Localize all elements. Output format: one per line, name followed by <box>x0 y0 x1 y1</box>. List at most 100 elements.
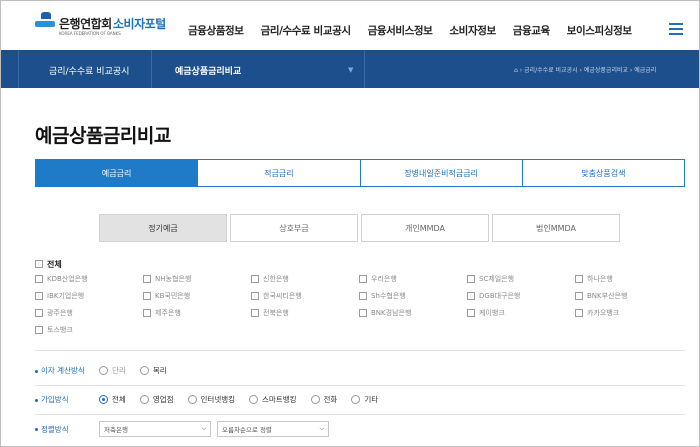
select-all-label: 전체 <box>47 259 62 269</box>
bank-checkbox[interactable]: DGB대구은행 <box>467 291 520 301</box>
bank-checkbox[interactable]: 전북은행 <box>251 308 289 318</box>
radio-join-internet[interactable]: 인터넷뱅킹 <box>187 394 235 405</box>
checkbox-icon[interactable] <box>35 309 43 317</box>
bank-checkbox[interactable]: KDB산업은행 <box>35 274 88 284</box>
tab-soldier-savings[interactable]: 장병내일준비적금금리 <box>360 159 523 187</box>
nav-item-voice-phishing[interactable]: 보이스피싱정보 <box>567 23 632 38</box>
current-page-label: 예금상품금리비교 <box>175 67 242 77</box>
bank-checkbox[interactable]: 한국씨티은행 <box>251 291 302 301</box>
checkbox-icon[interactable] <box>143 275 151 283</box>
divider <box>35 414 685 415</box>
bank-checkbox[interactable]: 신한은행 <box>251 274 289 284</box>
bank-label: 하나은행 <box>587 275 613 283</box>
checkbox-icon[interactable] <box>467 309 475 317</box>
checkbox-icon[interactable] <box>251 275 259 283</box>
main-nav: 금융상품정보 금리/수수료 비교공시 금융서비스정보 소비자정보 금융교육 보이… <box>188 23 649 38</box>
nav-item-products[interactable]: 금융상품정보 <box>188 23 244 38</box>
checkbox-icon[interactable] <box>251 292 259 300</box>
nav-item-rates[interactable]: 금리/수수료 비교공시 <box>261 23 351 38</box>
checkbox-icon[interactable] <box>35 326 43 334</box>
bank-checkbox[interactable]: IBK기업은행 <box>35 291 84 301</box>
tab-deposit-rate[interactable]: 예금금리 <box>35 159 199 187</box>
select-all-checkbox[interactable]: 전체 <box>35 257 685 271</box>
bank-checkbox[interactable]: 카카오뱅크 <box>575 308 619 318</box>
main-tabs: 예금금리 적금금리 장병내일준비적금금리 맞춤상품검색 <box>35 159 685 187</box>
subtab-corporate-mmda[interactable]: 법인MMDA <box>492 214 620 242</box>
interest-method-row: 이자 계산방식 단리 복리 <box>35 365 181 376</box>
bank-label: DGB대구은행 <box>479 292 521 300</box>
tab-savings-rate[interactable]: 적금금리 <box>198 159 361 187</box>
bank-label: 토스뱅크 <box>47 326 73 334</box>
radio-icon[interactable] <box>249 395 259 404</box>
bank-checkbox[interactable]: NH농협은행 <box>143 274 191 284</box>
bank-label: 제주은행 <box>155 309 181 317</box>
bank-filter: 전체 KDB산업은행 NH농협은행 신한은행 우리은행 SC제일은행 하나은행 IBK기업은… <box>35 257 685 334</box>
checkbox-icon[interactable] <box>359 275 367 283</box>
radio-join-branch[interactable]: 영업점 <box>139 394 174 405</box>
radio-icon[interactable] <box>99 366 108 375</box>
chevron-down-icon[interactable]: ▼ <box>348 66 353 74</box>
checkbox-icon[interactable] <box>143 292 151 300</box>
bank-checkbox[interactable]: Sh수협은행 <box>359 291 406 301</box>
hamburger-icon[interactable] <box>669 23 683 35</box>
bank-label: IBK기업은행 <box>47 292 85 300</box>
nav-item-education[interactable]: 금융교육 <box>513 23 550 38</box>
bank-label: 카카오뱅크 <box>587 309 620 317</box>
bank-checkbox[interactable]: 하나은행 <box>575 274 613 284</box>
bank-checkbox[interactable]: 제주은행 <box>143 308 181 318</box>
radio-icon[interactable] <box>139 395 149 404</box>
bank-label: KB국민은행 <box>155 292 191 300</box>
join-method-label: 가입방식 <box>35 394 99 405</box>
checkbox-icon[interactable] <box>467 275 475 283</box>
radio-icon[interactable] <box>139 366 149 375</box>
checkbox-icon[interactable] <box>359 309 367 317</box>
checkbox-icon[interactable] <box>575 309 583 317</box>
tab-custom-search[interactable]: 맞춤상품검색 <box>522 159 685 187</box>
bank-checkbox[interactable]: 우리은행 <box>359 274 397 284</box>
checkbox-icon[interactable] <box>35 292 43 300</box>
radio-join-smart[interactable]: 스마트뱅킹 <box>249 394 297 405</box>
radio-icon[interactable] <box>310 395 320 404</box>
radio-join-all[interactable]: 전체 <box>99 394 126 405</box>
bank-checkbox[interactable]: 광주은행 <box>35 308 73 318</box>
sort-row: 정렬방식 저축은행 ⌵ 오름차순으로 정렬 ⌵ <box>35 421 335 437</box>
bank-checkbox[interactable]: KB국민은행 <box>143 291 190 301</box>
subtab-installment[interactable]: 상호부금 <box>230 214 358 242</box>
checkbox-icon[interactable] <box>467 292 475 300</box>
radio-icon[interactable] <box>187 395 197 404</box>
radio-compound-interest[interactable]: 복리 <box>139 365 167 376</box>
checkbox-icon[interactable] <box>35 275 43 283</box>
bank-checkbox[interactable]: BNK부산은행 <box>575 291 627 301</box>
checkbox-icon[interactable] <box>251 309 259 317</box>
interest-method-label: 이자 계산방식 <box>35 365 99 376</box>
subtab-personal-mmda[interactable]: 개인MMDA <box>361 214 489 242</box>
bank-checkbox[interactable]: BNK경남은행 <box>359 308 411 318</box>
radio-icon[interactable] <box>351 395 361 404</box>
bank-label: KDB산업은행 <box>47 275 88 283</box>
bank-checkbox[interactable]: 토스뱅크 <box>35 325 73 335</box>
radio-simple-interest[interactable]: 단리 <box>99 365 126 376</box>
bank-checkbox[interactable]: SC제일은행 <box>467 274 514 284</box>
checkbox-icon[interactable] <box>359 292 367 300</box>
checkbox-icon[interactable] <box>35 260 43 268</box>
bank-checkbox[interactable]: 케이뱅크 <box>467 308 505 318</box>
subtab-time-deposit[interactable]: 정기예금 <box>99 214 227 242</box>
checkbox-icon[interactable] <box>575 275 583 283</box>
divider <box>35 385 685 386</box>
radio-join-etc[interactable]: 기타 <box>351 394 378 405</box>
bank-label: BNK경남은행 <box>371 309 412 317</box>
sort-order-select[interactable]: 오름차순으로 정렬 ⌵ <box>217 421 329 437</box>
category-label: 금리/수수료 비교공시 <box>49 67 130 77</box>
checkbox-icon[interactable] <box>575 292 583 300</box>
site-logo[interactable]: 은행연합회 KOREA FEDERATION OF BANKS 소비자포털 <box>35 10 175 42</box>
sort-field-select[interactable]: 저축은행 ⌵ <box>99 421 211 437</box>
bank-label: 광주은행 <box>47 309 73 317</box>
nav-item-consumer[interactable]: 소비자정보 <box>449 23 496 38</box>
page-frame: 은행연합회 KOREA FEDERATION OF BANKS 소비자포털 금융… <box>0 0 700 447</box>
checkbox-icon[interactable] <box>143 309 151 317</box>
radio-icon[interactable] <box>99 395 108 404</box>
logo-name: 은행연합회 <box>59 17 112 31</box>
chevron-down-icon: ⌵ <box>201 425 206 432</box>
nav-item-services[interactable]: 금융서비스정보 <box>368 23 433 38</box>
radio-join-phone[interactable]: 전화 <box>310 394 337 405</box>
